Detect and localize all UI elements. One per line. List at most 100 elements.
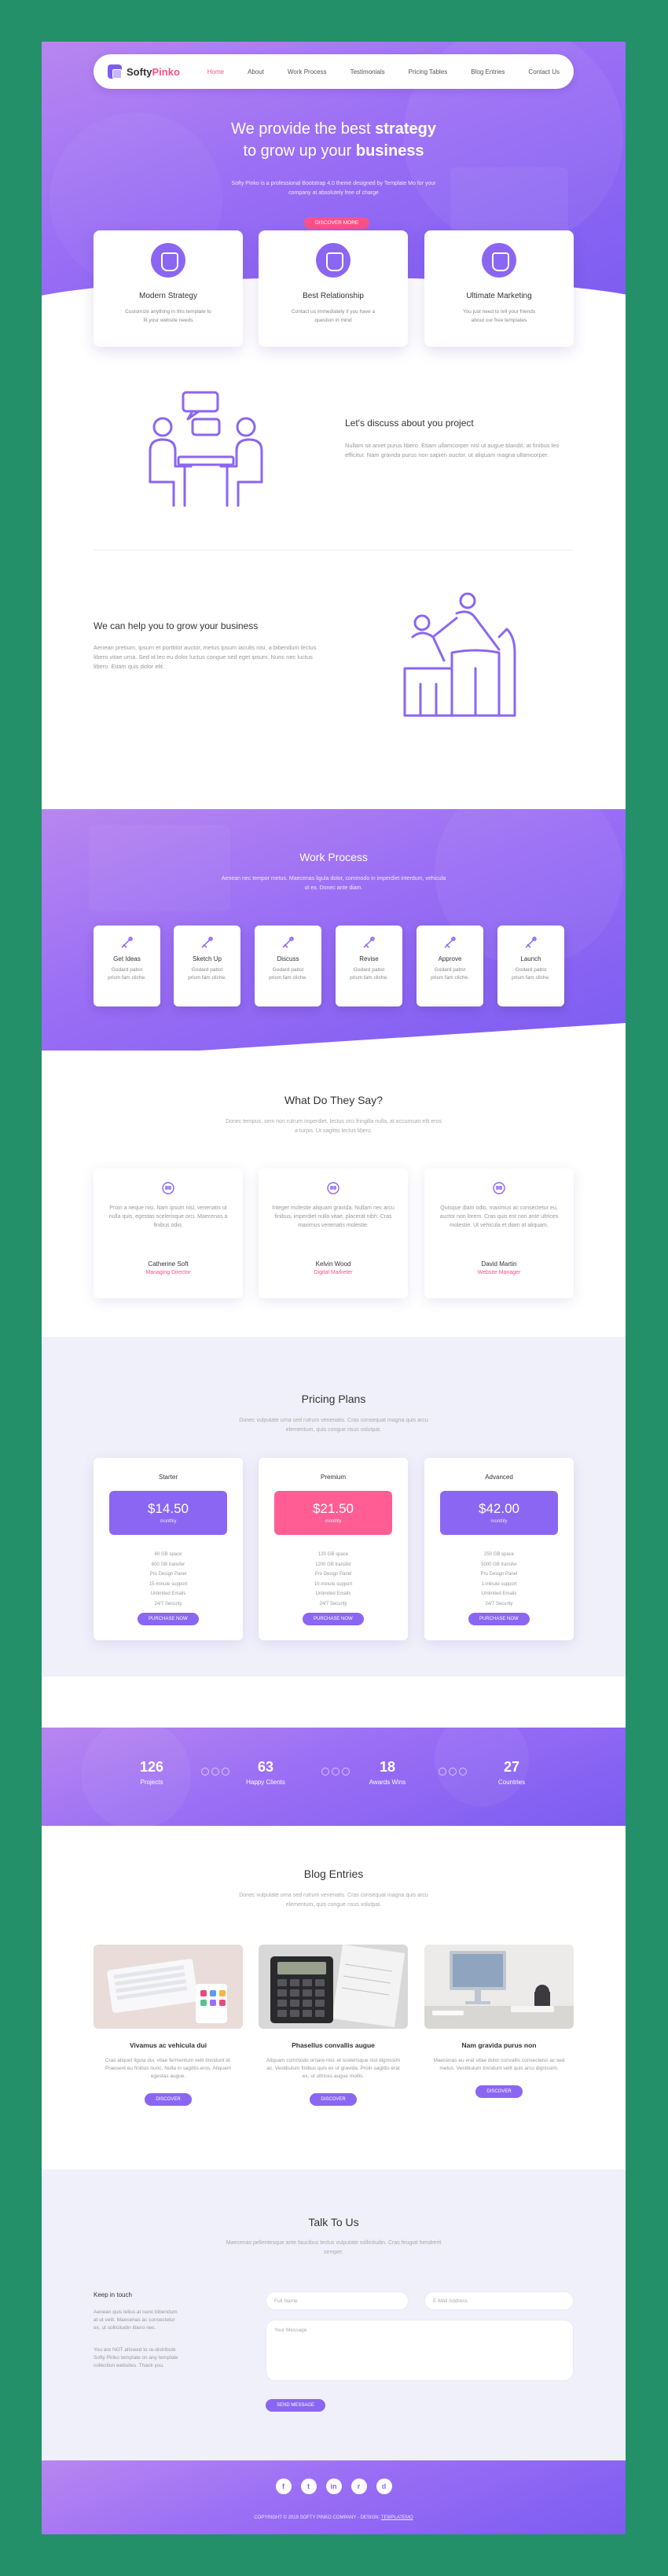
discussion-illustration — [149, 391, 263, 507]
blog-post-text: Maecenas eu erat vitae dolor convallis c… — [433, 2058, 565, 2071]
approve-icon — [444, 937, 456, 948]
nav-contact[interactable]: Contact Us — [528, 68, 560, 75]
templatemo-link[interactable]: TEMPLATEMO — [381, 2515, 413, 2520]
discover-button[interactable]: DISCOVER — [145, 2093, 192, 2106]
work-title: Work Process — [299, 851, 368, 863]
work-step-text: Godard pabst prism fam cliche. — [350, 967, 388, 981]
copyright: COPYRIGHT © 2019 SOFTY PINKO COMPANY - D… — [254, 2515, 413, 2520]
work-step-text: Godard pabst prism fam cliche. — [269, 967, 307, 981]
discover-more-button[interactable]: DISCOVER MORE — [304, 217, 370, 229]
stat-value: 126 — [139, 1759, 164, 1775]
keep-in-touch-title: Keep in touch — [94, 2291, 132, 2298]
stat-label: Awards Wins — [369, 1779, 406, 1786]
discover-button[interactable]: DISCOVER — [310, 2093, 357, 2106]
nav-work-process[interactable]: Work Process — [288, 68, 327, 75]
nav-pricing[interactable]: Pricing Tables — [409, 68, 448, 75]
plan-price: $42.00 — [479, 1501, 519, 1516]
about1-text: Nullam sit amet purus libero. Etiam ulla… — [345, 442, 560, 458]
plan-period: monthly — [325, 1519, 342, 1524]
purchase-button[interactable]: PURCHASE NOW — [138, 1613, 199, 1625]
nav-menu: Home About Work Process Testimonials Pri… — [207, 68, 560, 75]
testimonial-text: Integer molestie aliquam gravida. Nullam… — [272, 1205, 395, 1228]
idea-icon — [121, 937, 133, 948]
stat-label: Happy Clients — [246, 1779, 285, 1786]
blog-post-title[interactable]: Vivamus ac vehicula dui — [94, 2041, 243, 2049]
dribbble-icon[interactable]: d — [376, 2478, 392, 2494]
quote-icon — [162, 1182, 174, 1194]
work-step-text: Godard pabst prism fam cliche. — [431, 967, 469, 981]
blog-post-title[interactable]: Nam gravida purus non — [424, 2041, 574, 2049]
blog-post-text: Cras aliquet ligula dui, vitae fermentum… — [105, 2058, 232, 2079]
blog-card: Nam gravida purus non Maecenas eu erat v… — [424, 1945, 574, 2098]
blog-post-title[interactable]: Phasellus convallis augue — [259, 2041, 408, 2049]
stat-clients: 63 Happy Clients — [218, 1759, 313, 1786]
facebook-icon[interactable]: f — [275, 2478, 292, 2494]
logo-text-part2[interactable]: Pinko — [152, 66, 180, 78]
launch-icon — [525, 937, 537, 948]
linkedin-icon[interactable]: in — [325, 2478, 342, 2494]
rss-icon[interactable]: r — [351, 2478, 367, 2494]
revise-icon — [363, 937, 375, 948]
plan-feature: Pro Design Panel — [480, 1572, 518, 1577]
testimonial-text: Quisque diam odio, maximus ac consectetu… — [439, 1205, 559, 1228]
strategy-icon — [151, 243, 185, 278]
plan-feature: 1-minute support — [481, 1581, 517, 1587]
blog-image-calculator[interactable] — [259, 1945, 408, 2029]
feature-text: You just need to tell your friends about… — [462, 309, 536, 323]
blog-image-keyboard[interactable] — [94, 1945, 243, 2029]
work-process-section: Work Process Aenean nec tempor metus. Ma… — [42, 809, 626, 1051]
stat-separator — [439, 1768, 467, 1776]
marketing-icon — [482, 243, 516, 278]
work-step: Sketch Up Godard pabst prism fam cliche. — [174, 926, 240, 1006]
stat-value: 18 — [379, 1759, 396, 1775]
nav-blog[interactable]: Blog Entries — [471, 68, 505, 75]
feature-text: Contact us immediately if you have a que… — [291, 309, 376, 323]
testimonial-card: Integer molestie aliquam gravida. Nullam… — [259, 1168, 408, 1298]
plan-feature: 120 GB space — [317, 1552, 349, 1557]
testimonials-subtitle: Donec tempus, sem non rutrum imperdiet, … — [225, 1119, 442, 1134]
full-name-input[interactable]: Full Name — [266, 2291, 409, 2310]
plan-feature: 24/7 Security — [319, 1601, 347, 1606]
plan-features: 60 GB space 600 GB transfer Pro Design P… — [94, 1552, 243, 1611]
testimonial-name: Kelvin Wood — [315, 1260, 351, 1268]
blog-subtitle: Donec vulputate urna sed rutrum venenati… — [239, 1893, 428, 1908]
discover-button[interactable]: DISCOVER — [475, 2085, 523, 2098]
nav-testimonials[interactable]: Testimonials — [351, 68, 385, 75]
feature-card: Ultimate Marketing You just need to tell… — [424, 230, 574, 347]
nav-home[interactable]: Home — [207, 68, 224, 75]
work-step-text: Godard pabst prism fam cliche. — [188, 967, 226, 981]
blog-image-desk[interactable] — [424, 1945, 574, 2029]
email-input[interactable]: E-Mail Address — [424, 2291, 574, 2310]
purchase-button[interactable]: PURCHASE NOW — [303, 1613, 364, 1625]
plan-price: $21.50 — [313, 1501, 354, 1516]
footer: f t in r d COPYRIGHT © 2019 SOFTY PINKO … — [42, 2460, 626, 2534]
contact-section: Talk To Us Maecenas pellentesque ante fa… — [42, 2169, 626, 2460]
logo-text-part1[interactable]: Softy — [127, 66, 152, 78]
about1-title: Let's discuss about you project — [345, 418, 474, 429]
work-step-title: Discuss — [277, 955, 299, 962]
stat-countries: 27 Countries — [464, 1759, 559, 1786]
purchase-button[interactable]: PURCHASE NOW — [468, 1613, 530, 1625]
send-message-button[interactable]: SEND MESSAGE — [266, 2399, 326, 2412]
work-step-title: Approve — [438, 955, 462, 962]
quote-icon — [327, 1182, 340, 1194]
feature-title: Best Relationship — [303, 292, 364, 300]
message-textarea[interactable]: Your Message — [266, 2320, 574, 2381]
plan-period: monthly — [490, 1519, 508, 1524]
blog-title: Blog Entries — [303, 1868, 364, 1880]
plan-feature: 24/7 Security — [485, 1601, 513, 1606]
pricing-subtitle: Donec vulputate urna sed rutrum venenati… — [239, 1418, 428, 1433]
nav-about[interactable]: About — [248, 68, 264, 75]
plan-name: Premium — [320, 1474, 346, 1481]
work-step: Discuss Godard pabst prism fam cliche. — [255, 926, 321, 1006]
stat-label: Projects — [140, 1779, 163, 1786]
plan-features: 250 GB space 5000 GB transfer Pro Design… — [424, 1552, 574, 1611]
plan-feature: 250 GB space — [483, 1552, 515, 1557]
work-step-text: Godard pabst prism fam cliche. — [108, 967, 146, 981]
stat-value: 63 — [257, 1759, 274, 1775]
work-step-title: Get Ideas — [113, 955, 141, 962]
stat-value: 27 — [503, 1759, 520, 1775]
twitter-icon[interactable]: t — [300, 2478, 317, 2494]
work-step-text: Godard pabst prism fam cliche. — [512, 967, 550, 981]
pricing-title: Pricing Plans — [301, 1393, 366, 1405]
